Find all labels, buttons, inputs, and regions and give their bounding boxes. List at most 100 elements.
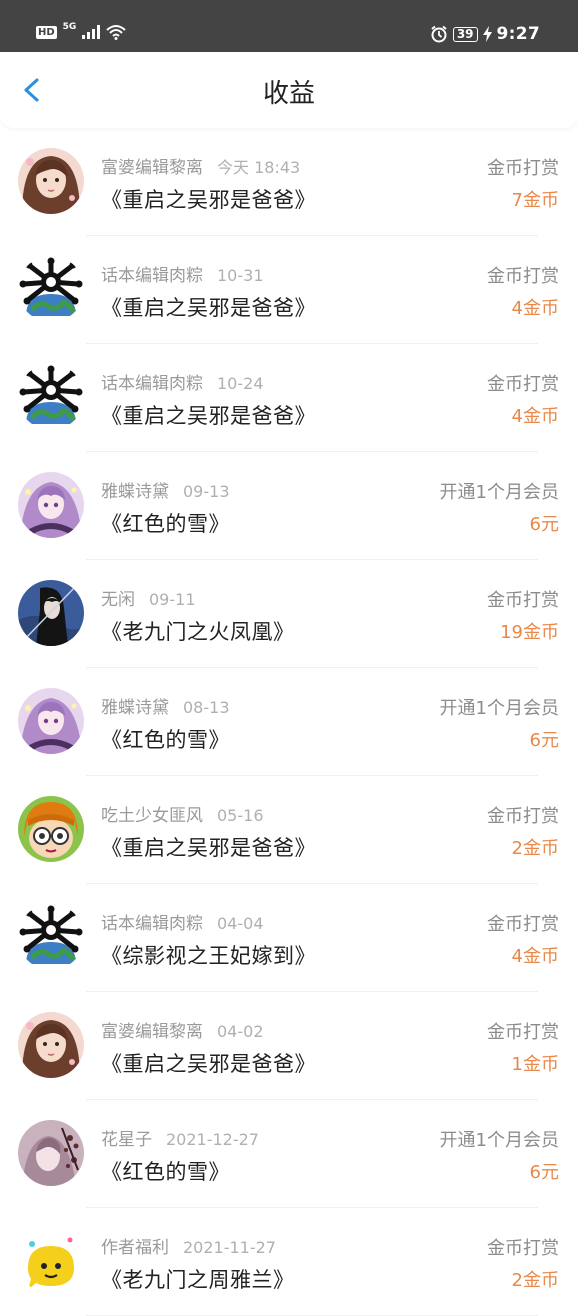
reward-type: 开通1个月会员 — [439, 482, 559, 503]
sender-info: 富婆编辑黎离 04-02 — [101, 1017, 264, 1042]
sender-name: 吃土少女匪风 — [101, 806, 203, 826]
reward-type: 金币打赏 — [487, 266, 559, 287]
earnings-list: 富婆编辑黎离 今天 18:43 《重启之吴邪是爸爸》 金币打赏 7金币 话本编辑肉粽 10… — [0, 128, 578, 1316]
reward-type: 金币打赏 — [487, 1238, 559, 1259]
avatar[interactable] — [18, 472, 84, 538]
earnings-row[interactable]: 吃土少女匪风 05-16 《重启之吴邪是爸爸》 金币打赏 2金币 — [0, 776, 578, 884]
alarm-icon — [431, 25, 447, 43]
reward-amount: 6元 — [529, 1162, 559, 1183]
sender-info: 作者福利 2021-11-27 — [101, 1233, 276, 1258]
earnings-row[interactable]: 雅蝶诗黛 09-13 《红色的雪》 开通1个月会员 6元 — [0, 452, 578, 560]
sender-name: 富婆编辑黎离 — [101, 158, 203, 178]
sender-name: 话本编辑肉粽 — [101, 266, 203, 286]
sender-name: 雅蝶诗黛 — [101, 482, 169, 502]
reward-type: 金币打赏 — [487, 1022, 559, 1043]
sender-name: 作者福利 — [101, 1238, 169, 1258]
record-date: 今天 18:43 — [217, 158, 301, 177]
book-title: 《重启之吴邪是爸爸》 — [101, 836, 316, 860]
sender-info: 富婆编辑黎离 今天 18:43 — [101, 153, 300, 178]
status-right: 39 9:27 — [430, 24, 540, 44]
status-bar: HD 5G 39 9:27 — [0, 0, 578, 52]
sender-info: 话本编辑肉粽 10-24 — [101, 369, 264, 394]
clock: 9:27 — [496, 24, 540, 44]
book-title: 《重启之吴邪是爸爸》 — [101, 1052, 316, 1076]
avatar[interactable] — [18, 688, 84, 754]
network-type: 5G — [62, 22, 77, 32]
reward-type: 金币打赏 — [487, 914, 559, 935]
reward-amount: 6元 — [529, 730, 559, 751]
record-date: 09-13 — [183, 482, 230, 501]
avatar[interactable] — [18, 1012, 84, 1078]
avatar[interactable] — [18, 364, 84, 430]
avatar[interactable] — [18, 148, 84, 214]
signal-icon — [82, 25, 101, 39]
sender-name: 话本编辑肉粽 — [101, 914, 203, 934]
book-title: 《红色的雪》 — [101, 1160, 230, 1184]
book-title: 《重启之吴邪是爸爸》 — [101, 188, 316, 212]
avatar[interactable] — [18, 580, 84, 646]
sender-info: 话本编辑肉粽 10-31 — [101, 261, 264, 286]
status-left: HD 5G — [36, 22, 126, 40]
reward-type: 金币打赏 — [487, 374, 559, 395]
record-date: 04-04 — [217, 914, 264, 933]
reward-type: 开通1个月会员 — [439, 698, 559, 719]
battery-indicator: 39 — [452, 26, 478, 42]
record-date: 08-13 — [183, 698, 230, 717]
sender-name: 雅蝶诗黛 — [101, 698, 169, 718]
earnings-row[interactable]: 作者福利 2021-11-27 《老九门之周雅兰》 金币打赏 2金币 — [0, 1208, 578, 1316]
reward-amount: 4金币 — [511, 298, 559, 319]
record-date: 10-24 — [217, 374, 264, 393]
reward-type: 开通1个月会员 — [439, 1130, 559, 1151]
avatar[interactable] — [18, 256, 84, 322]
avatar[interactable] — [18, 904, 84, 970]
reward-amount: 4金币 — [511, 946, 559, 967]
earnings-row[interactable]: 话本编辑肉粽 04-04 《综影视之王妃嫁到》 金币打赏 4金币 — [0, 884, 578, 992]
sender-name: 话本编辑肉粽 — [101, 374, 203, 394]
record-date: 2021-11-27 — [183, 1238, 276, 1257]
avatar[interactable] — [18, 1228, 84, 1294]
reward-amount: 4金币 — [511, 406, 559, 427]
avatar[interactable] — [18, 796, 84, 862]
earnings-row[interactable]: 话本编辑肉粽 10-24 《重启之吴邪是爸爸》 金币打赏 4金币 — [0, 344, 578, 452]
sender-info: 无闲 09-11 — [101, 585, 196, 610]
book-title: 《红色的雪》 — [101, 512, 230, 536]
reward-amount: 7金币 — [511, 190, 559, 211]
sender-info: 雅蝶诗黛 08-13 — [101, 693, 230, 718]
sender-info: 花星子 2021-12-27 — [101, 1125, 259, 1150]
page-header: 收益 — [0, 52, 578, 128]
reward-amount: 19金币 — [500, 622, 559, 643]
sender-name: 无闲 — [101, 590, 135, 610]
record-date: 09-11 — [149, 590, 196, 609]
record-date: 10-31 — [217, 266, 264, 285]
book-title: 《老九门之火凤凰》 — [101, 620, 295, 644]
reward-amount: 2金币 — [511, 1270, 559, 1291]
reward-type: 金币打赏 — [487, 806, 559, 827]
reward-amount: 1金币 — [511, 1054, 559, 1075]
wifi-icon — [106, 25, 126, 40]
record-date: 05-16 — [217, 806, 264, 825]
sender-name: 富婆编辑黎离 — [101, 1022, 203, 1042]
earnings-row[interactable]: 富婆编辑黎离 04-02 《重启之吴邪是爸爸》 金币打赏 1金币 — [0, 992, 578, 1100]
earnings-row[interactable]: 雅蝶诗黛 08-13 《红色的雪》 开通1个月会员 6元 — [0, 668, 578, 776]
book-title: 《综影视之王妃嫁到》 — [101, 944, 316, 968]
sender-info: 雅蝶诗黛 09-13 — [101, 477, 230, 502]
reward-amount: 6元 — [529, 514, 559, 535]
reward-amount: 2金币 — [511, 838, 559, 859]
avatar[interactable] — [18, 1120, 84, 1186]
earnings-row[interactable]: 花星子 2021-12-27 《红色的雪》 开通1个月会员 6元 — [0, 1100, 578, 1208]
reward-type: 金币打赏 — [487, 158, 559, 179]
hd-icon: HD — [36, 25, 57, 39]
book-title: 《重启之吴邪是爸爸》 — [101, 404, 316, 428]
charging-icon — [482, 26, 492, 42]
book-title: 《红色的雪》 — [101, 728, 230, 752]
book-title: 《重启之吴邪是爸爸》 — [101, 296, 316, 320]
sender-info: 话本编辑肉粽 04-04 — [101, 909, 264, 934]
sender-info: 吃土少女匪风 05-16 — [101, 801, 264, 826]
page-title: 收益 — [262, 79, 315, 109]
reward-type: 金币打赏 — [487, 590, 559, 611]
earnings-row[interactable]: 无闲 09-11 《老九门之火凤凰》 金币打赏 19金币 — [0, 560, 578, 668]
earnings-row[interactable]: 话本编辑肉粽 10-31 《重启之吴邪是爸爸》 金币打赏 4金币 — [0, 236, 578, 344]
earnings-row[interactable]: 富婆编辑黎离 今天 18:43 《重启之吴邪是爸爸》 金币打赏 7金币 — [0, 128, 578, 236]
record-date: 04-02 — [217, 1022, 264, 1041]
book-title: 《老九门之周雅兰》 — [101, 1268, 295, 1292]
